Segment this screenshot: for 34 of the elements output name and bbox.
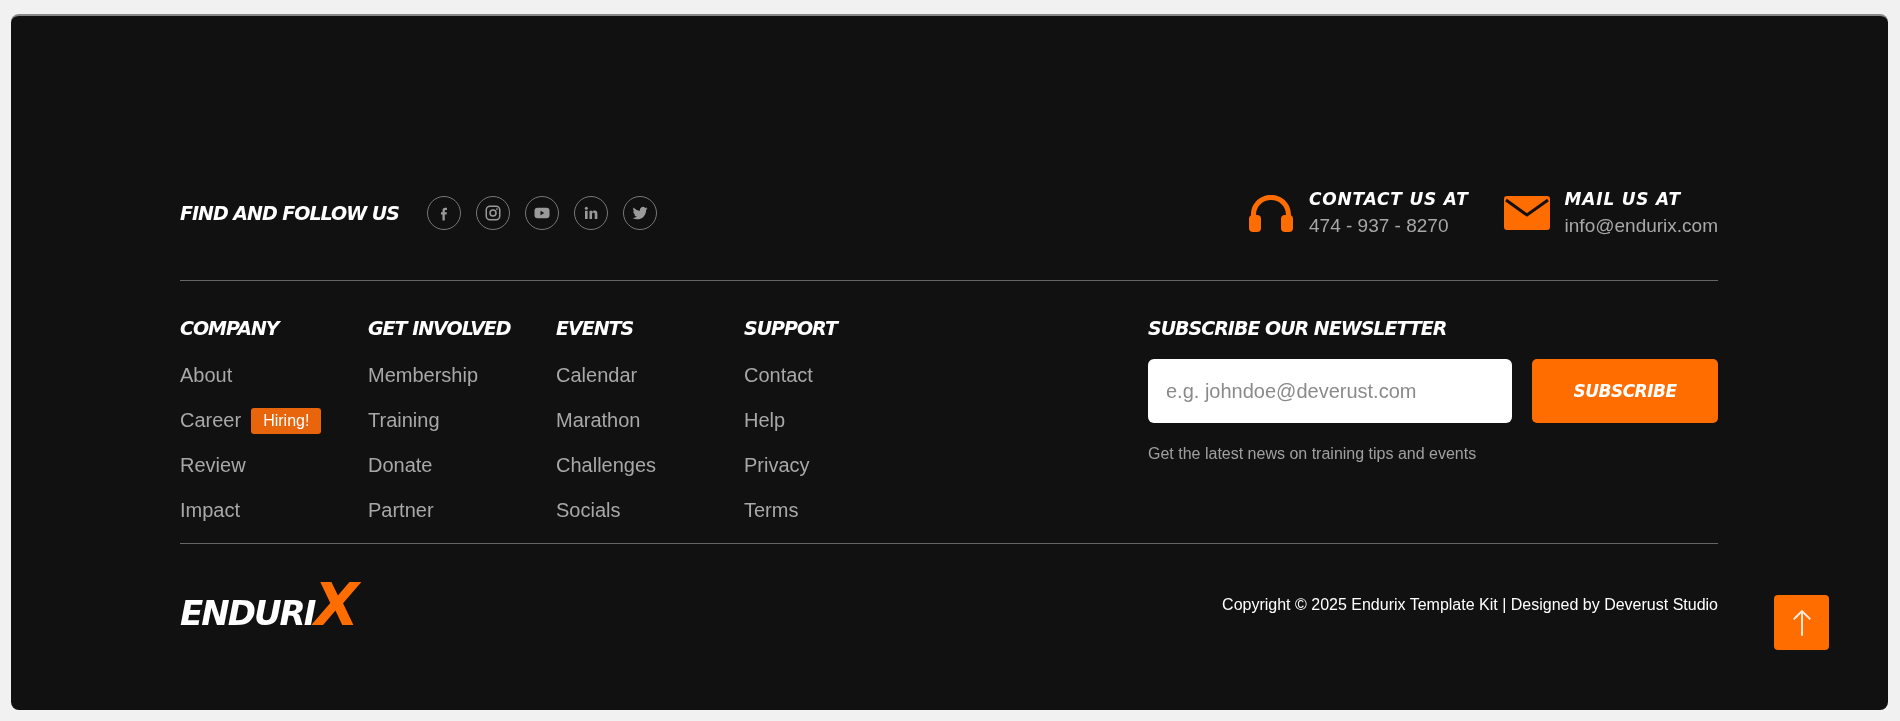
footer-link[interactable]: Challenges	[556, 454, 657, 477]
column-heading: GET INVOLVED	[368, 317, 512, 339]
footer-link[interactable]: About	[180, 364, 233, 387]
newsletter-note: Get the latest news on training tips and events	[1148, 445, 1478, 463]
contact-value: info@endurix.com	[1564, 215, 1718, 237]
newsletter-heading: SUBSCRIBE OUR NEWSLETTER	[1148, 317, 1448, 339]
footer-link[interactable]: Impact	[180, 499, 241, 522]
column-heading: SUPPORT	[744, 317, 840, 339]
footer-link[interactable]: Career	[180, 409, 242, 432]
footer-link[interactable]: Membership	[368, 364, 479, 387]
footer-link[interactable]: Terms	[744, 499, 799, 522]
endurix-logo: ENDURIX	[180, 571, 358, 639]
footer-link[interactable]: Marathon	[556, 409, 641, 432]
footer-link[interactable]: Calendar	[556, 364, 638, 387]
footer-link[interactable]: Help	[744, 409, 786, 432]
copyright-text: Copyright © 2025 Endurix Template Kit | Designed by Deverust Studio	[1222, 596, 1718, 614]
email-field[interactable]: e.g. johndoe@deverust.com	[1148, 359, 1512, 423]
footer-link[interactable]: Training	[368, 409, 440, 432]
footer-link[interactable]: Review	[180, 454, 246, 477]
footer-link[interactable]: Donate	[368, 454, 433, 477]
follow-heading: FIND AND FOLLOW US	[180, 202, 399, 224]
footer-link[interactable]: Contact	[744, 364, 813, 387]
contact-label: MAIL US AT	[1564, 189, 1682, 209]
column-heading: COMPANY	[180, 317, 282, 339]
column-heading: EVENTS	[556, 317, 635, 339]
footer-link[interactable]: Socials	[556, 499, 621, 522]
footer-link[interactable]: Partner	[368, 499, 434, 522]
envelope-icon	[1502, 195, 1551, 231]
hiring-badge: Hiring!	[251, 407, 322, 434]
footer-link[interactable]: Privacy	[744, 454, 810, 477]
arrow-up-icon	[1790, 607, 1813, 638]
headphones-icon	[1247, 193, 1295, 233]
contact-value: 474 - 937 - 8270	[1309, 215, 1450, 237]
contact-label: CONTACT US AT	[1309, 189, 1469, 209]
